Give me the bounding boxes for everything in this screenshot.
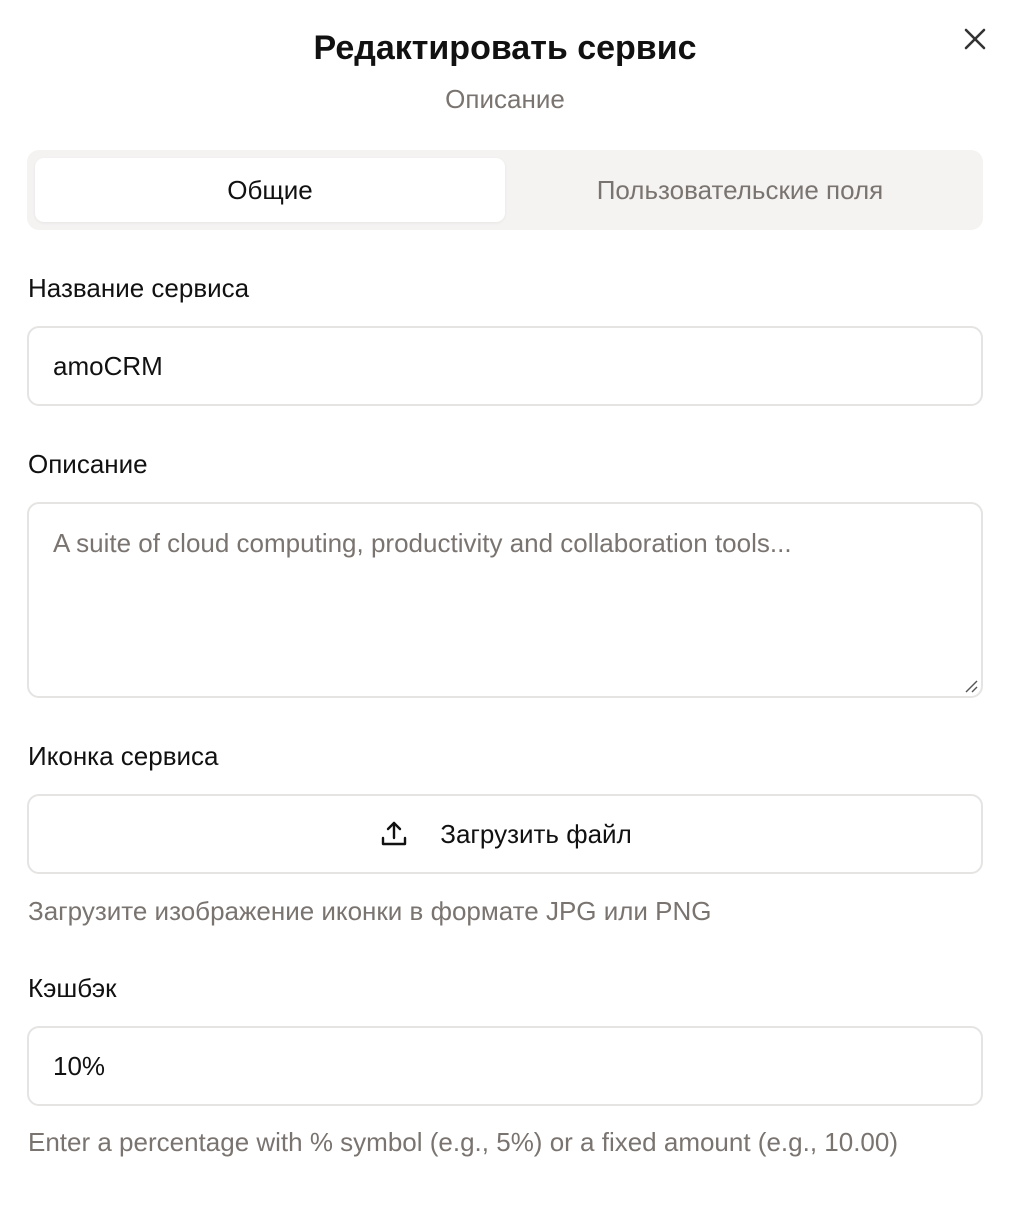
dialog-subtitle: Описание xyxy=(445,84,565,114)
edit-service-dialog: Редактировать сервис Описание Общие Поль… xyxy=(0,0,1010,1216)
description-label: Описание xyxy=(28,449,148,479)
service-icon-label: Иконка сервиса xyxy=(28,741,219,771)
cashback-field-wrapper xyxy=(27,1026,983,1106)
dialog-title: Редактировать сервис xyxy=(313,29,697,67)
tab-custom-fields[interactable]: Пользовательские поля xyxy=(505,158,975,222)
upload-icon xyxy=(378,818,410,850)
cashback-hint: Enter a percentage with % symbol (e.g., … xyxy=(28,1127,898,1157)
cashback-input[interactable] xyxy=(29,1028,981,1104)
upload-file-button[interactable]: Загрузить файл xyxy=(27,794,983,874)
cashback-label: Кэшбэк xyxy=(28,973,117,1003)
service-name-input[interactable] xyxy=(29,328,981,404)
description-textarea[interactable] xyxy=(29,504,981,696)
resize-handle-icon[interactable] xyxy=(962,677,978,693)
close-icon xyxy=(964,28,986,50)
upload-file-label: Загрузить файл xyxy=(440,818,632,849)
service-icon-hint: Загрузите изображение иконки в формате J… xyxy=(28,896,712,926)
tab-list: Общие Пользовательские поля xyxy=(27,150,983,230)
description-field-wrapper xyxy=(27,502,983,698)
close-button[interactable] xyxy=(958,22,992,56)
service-name-label: Название сервиса xyxy=(28,273,250,303)
tab-general[interactable]: Общие xyxy=(35,158,505,222)
service-name-field-wrapper xyxy=(27,326,983,406)
